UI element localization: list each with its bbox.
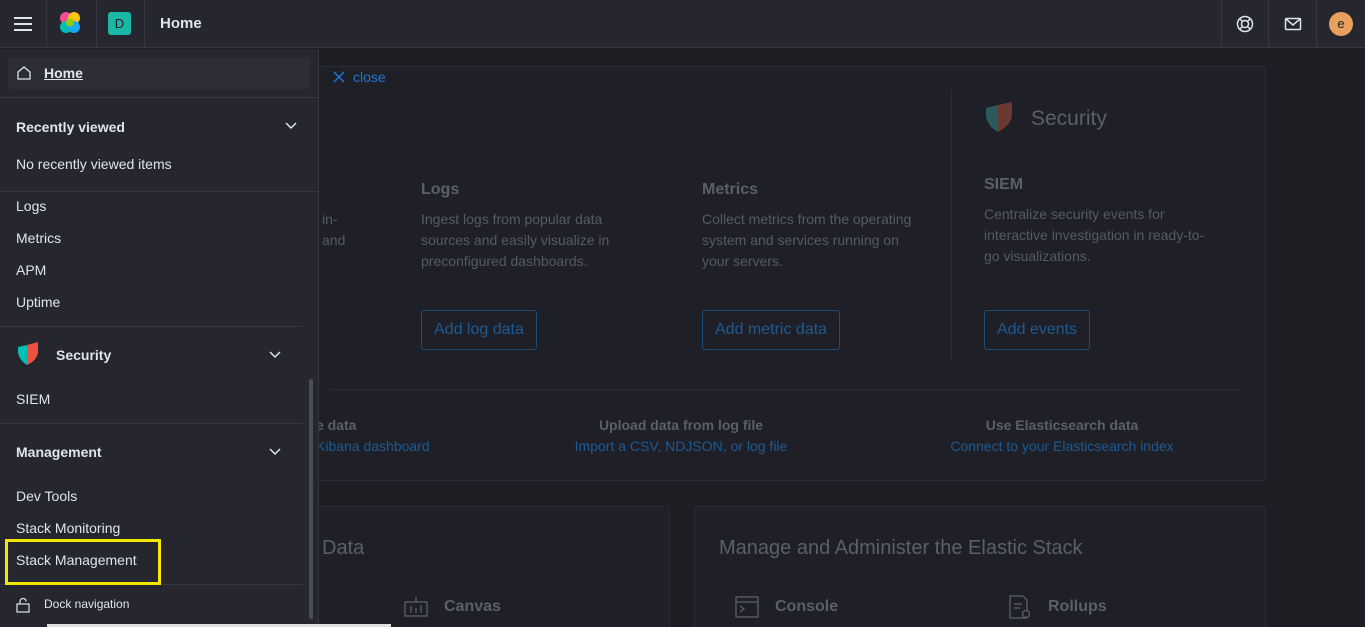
- nav-item-siem[interactable]: SIEM: [16, 391, 50, 407]
- console-feature[interactable]: Console: [775, 598, 838, 616]
- nav-item-apm[interactable]: APM: [16, 262, 46, 278]
- header-divider: [1316, 0, 1317, 48]
- header-divider: [96, 0, 97, 48]
- desc-line: system and services running on: [702, 232, 899, 248]
- logs-title: Logs: [421, 181, 460, 198]
- home-icon: [17, 66, 31, 80]
- nav-divider: [0, 97, 319, 98]
- security-group-title[interactable]: Security: [56, 347, 111, 363]
- breadcrumb: Home: [160, 15, 202, 32]
- elasticsearch-data-label: Use Elasticsearch data: [985, 417, 1139, 433]
- canvas-feature[interactable]: Canvas: [444, 598, 501, 616]
- desc-line: interactive investigation in ready-to-: [984, 227, 1205, 243]
- close-icon: [333, 71, 345, 83]
- desc-line: Centralize security events for: [984, 206, 1165, 222]
- nav-divider: [0, 191, 319, 192]
- nav-home-label: Home: [44, 65, 83, 81]
- security-app-icon: [18, 342, 38, 365]
- elasticsearch-data-link[interactable]: Connect to your Elasticsearch index: [940, 438, 1184, 454]
- rollups-icon: [1009, 595, 1031, 619]
- desc-line: your servers.: [702, 253, 783, 269]
- rollups-feature[interactable]: Rollups: [1048, 598, 1107, 616]
- nav-divider: [0, 326, 303, 327]
- mail-icon[interactable]: [1283, 14, 1303, 34]
- manage-panel-title: Manage and Administer the Elastic Stack: [719, 537, 1083, 559]
- desc-line: sources and easily visualize in: [421, 232, 610, 248]
- add-events-button[interactable]: Add events: [984, 310, 1091, 350]
- nav-scrollbar[interactable]: [309, 379, 313, 619]
- dock-navigation-button[interactable]: Dock navigation: [44, 597, 129, 611]
- desc-line: go visualizations.: [984, 248, 1091, 264]
- upload-file-label: Upload data from log file: [598, 417, 764, 433]
- header-divider: [46, 0, 47, 48]
- siem-title: SIEM: [984, 176, 1024, 193]
- nav-item-metrics[interactable]: Metrics: [16, 230, 61, 246]
- header-divider: [144, 0, 145, 48]
- security-logo-icon: [986, 102, 1012, 132]
- chevron-down-icon[interactable]: [268, 348, 282, 362]
- nav-item-stack-monitoring[interactable]: Stack Monitoring: [16, 520, 120, 536]
- sample-data-label: e data: [316, 417, 357, 433]
- section-divider: [330, 389, 1240, 390]
- nav-home-item[interactable]: Home: [8, 57, 310, 89]
- desc-line: Collect metrics from the operating: [702, 211, 912, 227]
- header-divider: [1268, 0, 1269, 48]
- metrics-description: Collect metrics from the operating syste…: [702, 209, 911, 272]
- desc-line: in-: [322, 211, 338, 227]
- top-header: D Home e: [0, 0, 1365, 48]
- nav-item-dev-tools[interactable]: Dev Tools: [16, 488, 77, 504]
- sample-data-link[interactable]: Kibana dashboard: [316, 438, 430, 454]
- desc-line: preconfigured dashboards.: [421, 253, 588, 269]
- kibana-logo-icon[interactable]: [57, 10, 83, 36]
- space-avatar[interactable]: D: [108, 12, 131, 35]
- close-link[interactable]: close: [333, 69, 386, 85]
- data-panel-title: Data: [322, 537, 365, 559]
- chevron-down-icon[interactable]: [268, 445, 282, 459]
- siem-description: Centralize security events for interacti…: [984, 204, 1204, 267]
- upload-file-link[interactable]: Import a CSV, NDJSON, or log file: [570, 438, 792, 454]
- chevron-down-icon[interactable]: [284, 119, 298, 133]
- lock-icon[interactable]: [15, 597, 31, 613]
- desc-line: and: [322, 232, 346, 248]
- user-avatar[interactable]: e: [1329, 12, 1353, 36]
- header-divider: [1221, 0, 1222, 48]
- logs-description: Ingest logs from popular data sources an…: [421, 209, 609, 272]
- nav-divider: [0, 423, 303, 424]
- partial-description: in- and: [322, 209, 345, 251]
- help-icon[interactable]: [1235, 14, 1255, 34]
- security-heading: Security: [1031, 107, 1107, 130]
- add-metric-data-button[interactable]: Add metric data: [702, 310, 841, 350]
- nav-item-logs[interactable]: Logs: [16, 198, 46, 214]
- no-recent-items-text: No recently viewed items: [16, 156, 172, 172]
- canvas-icon: [404, 597, 428, 617]
- recently-viewed-title[interactable]: Recently viewed: [16, 119, 125, 135]
- close-label: close: [353, 69, 386, 85]
- add-log-data-button[interactable]: Add log data: [421, 310, 537, 350]
- console-icon: [735, 596, 759, 618]
- metrics-title: Metrics: [702, 181, 759, 198]
- nav-item-uptime[interactable]: Uptime: [16, 294, 60, 310]
- column-divider: [951, 90, 952, 360]
- highlight-box: [5, 539, 161, 585]
- hamburger-menu-icon[interactable]: [12, 14, 34, 34]
- desc-line: Ingest logs from popular data: [421, 211, 603, 227]
- management-group-title[interactable]: Management: [16, 444, 102, 460]
